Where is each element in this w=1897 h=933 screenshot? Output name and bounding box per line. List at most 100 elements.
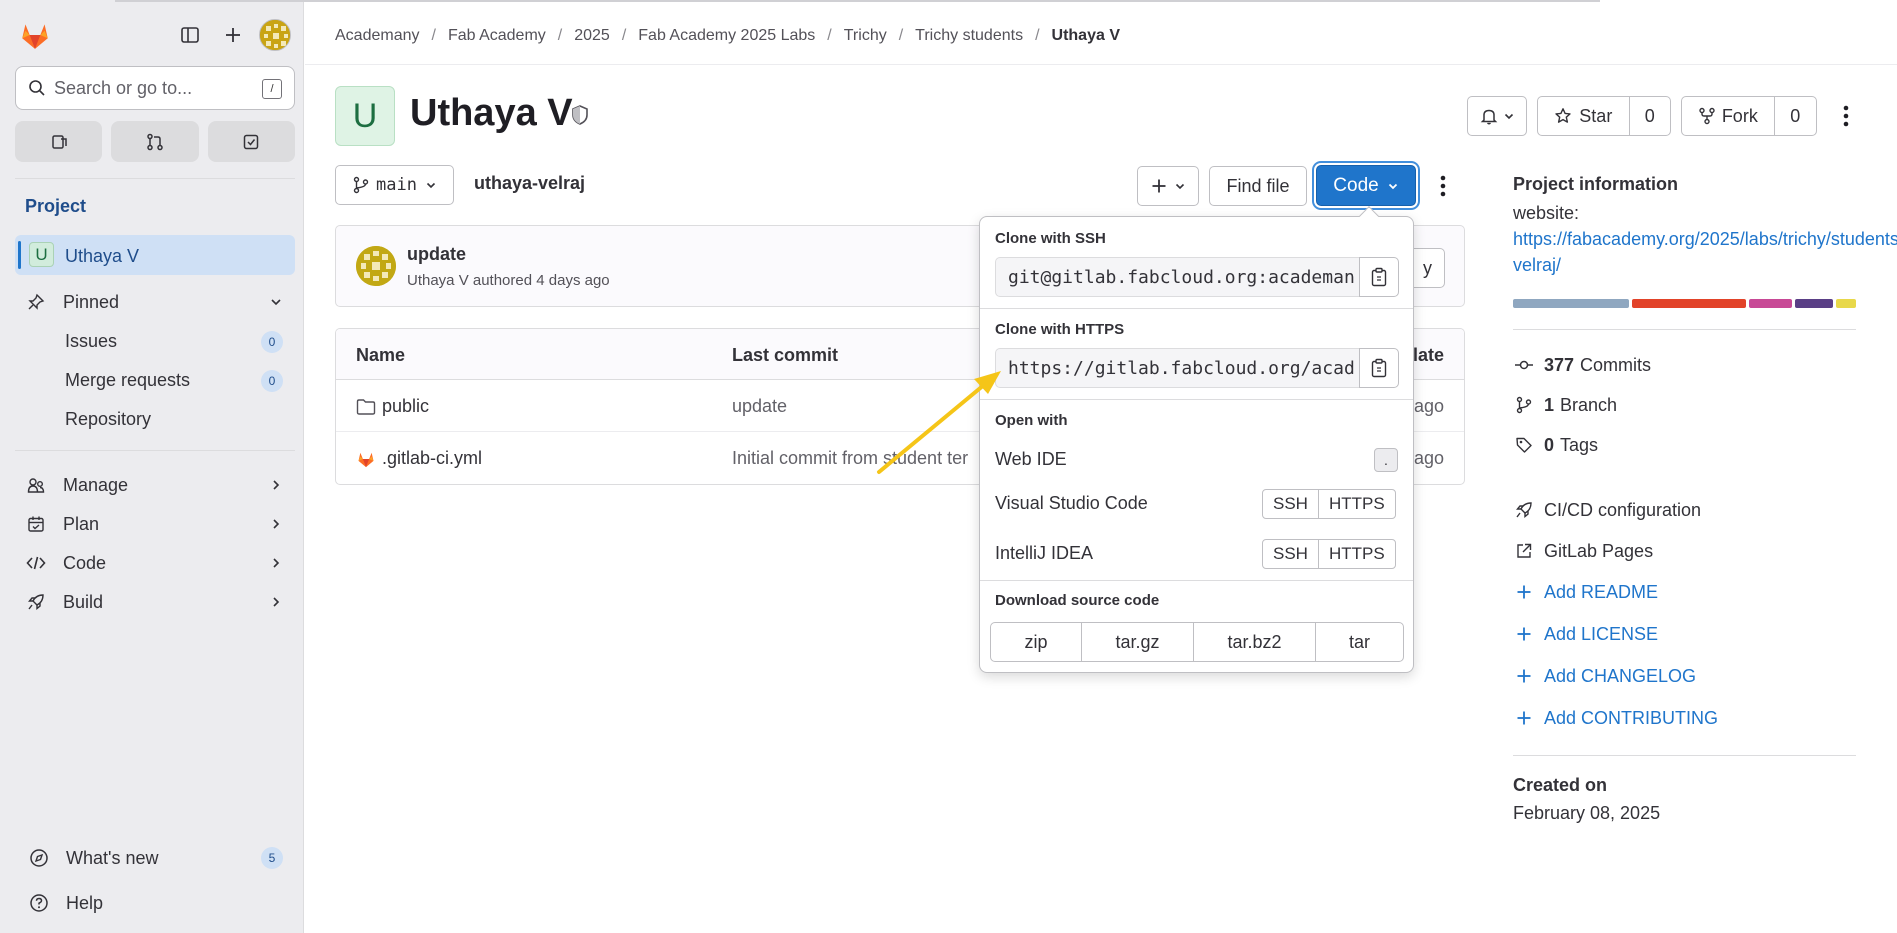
sidebar-item-project[interactable]: U Uthaya V <box>15 235 295 275</box>
sidebar-item-manage[interactable]: Manage <box>25 467 295 503</box>
commit-title-link[interactable]: update <box>407 244 466 265</box>
sidebar-item-merge-requests[interactable]: Merge requests 0 <box>65 363 295 397</box>
fork-count[interactable]: 0 <box>1773 97 1816 135</box>
sidebar-item-build[interactable]: Build <box>25 584 295 620</box>
intellij-https-button[interactable]: HTTPS <box>1317 540 1395 568</box>
star-label: Star <box>1579 105 1613 126</box>
sidebar-item-repository[interactable]: Repository <box>65 402 295 436</box>
todo-list-button[interactable] <box>207 121 295 162</box>
help-button[interactable]: Help <box>28 885 295 921</box>
clone-https-url-field[interactable]: https://gitlab.fabcloud.org/acad <box>995 348 1360 388</box>
browser-scroll-indicator <box>115 0 1600 2</box>
branches-link[interactable]: 1 Branch <box>1513 390 1617 420</box>
gitlab-file-icon <box>356 449 376 469</box>
add-contributing-label: Add CONTRIBUTING <box>1544 707 1719 728</box>
toggle-sidebar-icon[interactable] <box>173 18 207 52</box>
star-count[interactable]: 0 <box>1628 97 1670 135</box>
star-button[interactable]: Star <box>1538 97 1629 135</box>
merge-request-icon <box>147 133 163 150</box>
commit-author-avatar[interactable] <box>356 246 396 286</box>
vscode-ssh-button[interactable]: SSH <box>1263 490 1318 518</box>
open-vscode-label: Visual Studio Code <box>995 493 1148 513</box>
intellij-ssh-button[interactable]: SSH <box>1263 540 1318 568</box>
download-tar-button[interactable]: tar <box>1315 623 1403 661</box>
project-avatar: U <box>335 86 395 146</box>
vscode-https-button[interactable]: HTTPS <box>1317 490 1395 518</box>
breadcrumb-current[interactable]: Uthaya V <box>1052 27 1120 45</box>
file-name-link[interactable]: .gitlab-ci.yml <box>382 448 482 469</box>
branch-label: Branch <box>1560 394 1618 415</box>
sidebar-item-plan[interactable]: Plan <box>25 506 295 542</box>
add-file-dropdown[interactable] <box>1137 166 1199 206</box>
breadcrumb-item[interactable]: Fab Academy 2025 Labs <box>638 27 815 45</box>
copy-ssh-url-button[interactable] <box>1359 257 1399 297</box>
plus-icon <box>1513 584 1535 600</box>
active-indicator <box>18 241 21 269</box>
project-actions-kebab-icon[interactable] <box>1834 101 1858 131</box>
add-changelog-link[interactable]: Add CHANGELOG <box>1513 661 1696 691</box>
fork-button[interactable]: Fork <box>1682 97 1774 135</box>
open-intellij-label: IntelliJ IDEA <box>995 543 1094 563</box>
repository-actions-kebab-icon[interactable] <box>1431 171 1455 201</box>
copy-https-url-button[interactable] <box>1359 348 1399 388</box>
chevron-right-icon <box>269 515 283 536</box>
assigned-issues-button[interactable] <box>15 121 103 162</box>
add-contributing-link[interactable]: Add CONTRIBUTING <box>1513 703 1718 733</box>
gitlab-pages-link[interactable]: GitLab Pages <box>1513 536 1653 566</box>
repository-languages-bar[interactable] <box>1513 299 1857 308</box>
breadcrumb-item[interactable]: Academany <box>335 27 420 45</box>
tags-link[interactable]: 0 Tags <box>1513 430 1598 460</box>
sidebar-item-label: Build <box>63 591 104 612</box>
folder-icon <box>356 398 376 416</box>
add-readme-link[interactable]: Add README <box>1513 577 1658 607</box>
code-dropdown-menu: Clone with SSH git@gitlab.fabcloud.org:a… <box>979 206 1414 673</box>
sidebar: Search or go to... / Project U Uthaya V … <box>0 0 304 933</box>
breadcrumb-item[interactable]: Trichy students <box>915 27 1023 45</box>
create-new-icon[interactable] <box>216 18 250 52</box>
branch-selector[interactable]: main <box>335 165 454 205</box>
external-link-icon <box>1513 542 1535 560</box>
intellij-clone-options: SSH HTTPS <box>1262 539 1396 569</box>
file-name-link[interactable]: public <box>382 396 429 417</box>
whats-new-button[interactable]: What's new 5 <box>28 840 295 876</box>
clone-ssh-url-field[interactable]: git@gitlab.fabcloud.org:academan <box>995 257 1360 297</box>
file-commit-message[interactable]: update <box>732 396 787 417</box>
tag-icon <box>1513 436 1535 454</box>
code-dropdown-button[interactable]: Code <box>1316 165 1416 206</box>
repository-path[interactable]: uthaya-velraj <box>474 173 585 194</box>
add-readme-label: Add README <box>1544 581 1659 602</box>
breadcrumb-item[interactable]: Trichy <box>844 27 887 45</box>
commit-meta: Uthaya V authored 4 days ago <box>407 272 610 289</box>
add-license-link[interactable]: Add LICENSE <box>1513 619 1658 649</box>
download-tar-gz-button[interactable]: tar.gz <box>1081 623 1193 661</box>
project-website-link[interactable]: https://fabacademy.org/2025/labs/trichy/… <box>1513 226 1897 278</box>
sidebar-item-pinned[interactable]: Pinned <box>25 284 295 320</box>
branch-count: 1 <box>1544 394 1555 415</box>
user-avatar[interactable] <box>259 19 291 51</box>
notifications-button[interactable] <box>1467 96 1527 136</box>
find-file-button[interactable]: Find file <box>1209 166 1307 206</box>
star-icon <box>1555 108 1571 123</box>
plus-icon <box>1513 668 1535 684</box>
created-on-label: Created on <box>1513 775 1608 795</box>
cicd-configuration-link[interactable]: CI/CD configuration <box>1513 495 1701 525</box>
merge-requests-count-badge: 0 <box>261 370 283 392</box>
add-changelog-label: Add CHANGELOG <box>1544 665 1697 686</box>
sidebar-item-code[interactable]: Code <box>25 545 295 581</box>
search-input[interactable]: Search or go to... / <box>15 66 295 110</box>
file-updated-date: ago <box>1413 396 1444 416</box>
merge-requests-button[interactable] <box>111 121 199 162</box>
commits-link[interactable]: 377 Commits <box>1513 350 1651 380</box>
chevron-right-icon <box>269 476 283 497</box>
language-segment <box>1513 299 1629 308</box>
sidebar-item-issues[interactable]: Issues 0 <box>65 324 295 358</box>
download-zip-button[interactable]: zip <box>991 623 1081 661</box>
branch-icon <box>353 176 369 194</box>
users-icon <box>25 474 47 496</box>
page-title: Uthaya V <box>410 92 573 134</box>
project-avatar-small: U <box>29 242 54 267</box>
breadcrumb-item[interactable]: Fab Academy <box>448 27 546 45</box>
gitlab-logo-icon[interactable] <box>18 18 52 52</box>
download-tar-bz2-button[interactable]: tar.bz2 <box>1193 623 1315 661</box>
breadcrumb-item[interactable]: 2025 <box>574 27 610 45</box>
